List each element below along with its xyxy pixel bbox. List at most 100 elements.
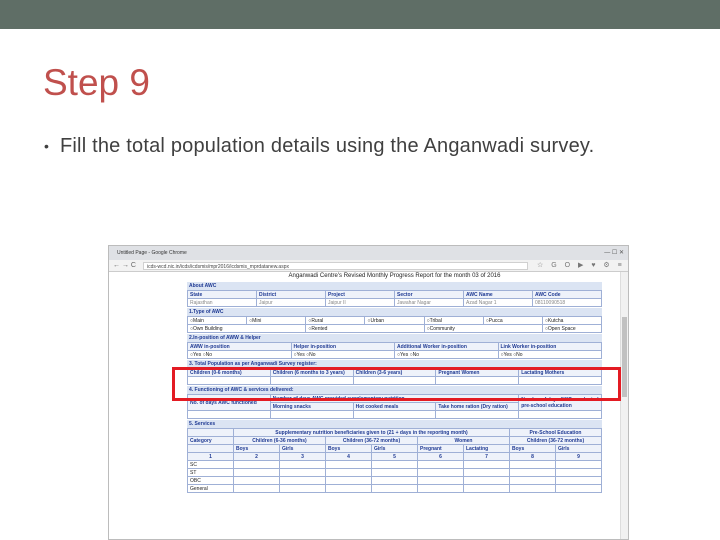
scrollbar-thumb[interactable] [622, 317, 627, 397]
cell-input[interactable] [233, 484, 280, 493]
col-district: District [256, 290, 326, 299]
row-label-st: ST [187, 468, 234, 477]
table-row: ST [187, 468, 602, 477]
in-position-table: AWW in-position Helper in-position Addit… [187, 342, 602, 359]
url-input[interactable]: icds-wcd.nic.in/icds/icdsmis/mpr2016/icd… [143, 262, 528, 270]
table-row: SC [187, 460, 602, 469]
thr-input[interactable] [435, 410, 520, 419]
cell-input[interactable] [417, 460, 464, 469]
sub-girls-2: Girls [371, 444, 418, 453]
cell-input[interactable] [463, 468, 510, 477]
cell-input[interactable] [233, 468, 280, 477]
cell-input[interactable] [371, 484, 418, 493]
cell-input[interactable] [279, 468, 326, 477]
cell-input[interactable] [555, 484, 602, 493]
radio-community[interactable]: ○Community [423, 324, 543, 333]
cell-input[interactable] [463, 476, 510, 485]
morning-snacks-input[interactable] [269, 410, 354, 419]
cell-input[interactable] [325, 468, 372, 477]
cell-input[interactable] [509, 476, 556, 485]
cell-input[interactable] [555, 460, 602, 469]
cell-input[interactable] [279, 484, 326, 493]
group-children-36-72: Children (36-72 months) [325, 436, 418, 445]
cell-input[interactable] [463, 460, 510, 469]
cell-input[interactable] [371, 460, 418, 469]
radio-urban[interactable]: ○Urban [364, 316, 425, 325]
cell-input[interactable] [417, 484, 464, 493]
hot-cooked-label: Hot cooked meals [352, 402, 437, 411]
sub-boys-1: Boys [233, 444, 280, 453]
section-about-awc: About AWC [187, 282, 602, 290]
aww-radios[interactable]: ○Yes ○No [187, 350, 292, 359]
slide-top-bar [0, 0, 720, 29]
cell-input[interactable] [371, 468, 418, 477]
radio-open-space[interactable]: ○Open Space [541, 324, 603, 333]
radio-mini[interactable]: ○Mini [246, 316, 307, 325]
thr-label: Take home ration (Dry ration) [435, 402, 520, 411]
cell-input[interactable] [509, 484, 556, 493]
additional-worker-radios[interactable]: ○Yes ○No [394, 350, 499, 359]
window-controls[interactable]: — ☐ ✕ [604, 249, 624, 256]
pse-days-input[interactable] [518, 410, 602, 419]
col-awc-name: AWC Name [463, 290, 533, 299]
sector-value: Jawahar Nagar [394, 298, 464, 307]
extension-icons[interactable]: ☆ G O ▶ ♥ ⚙ ≡ [537, 261, 625, 269]
col-awc-code: AWC Code [532, 290, 602, 299]
cell-input[interactable] [463, 484, 510, 493]
section-in-position: 2.In-position of AWW & Helper [187, 334, 602, 342]
col-state: State [187, 290, 257, 299]
awc-code-value: 08110090518 [532, 298, 602, 307]
radio-rented[interactable]: ○Rented [305, 324, 425, 333]
row-label-general: General [187, 484, 234, 493]
col-num-8: 8 [509, 452, 556, 461]
cell-input[interactable] [555, 468, 602, 477]
type-of-awc-radios: ○Main ○Mini ○Rural ○Urban ○Tribal ○Pucca… [186, 316, 603, 333]
sub-blank [187, 444, 234, 453]
cell-input[interactable] [555, 476, 602, 485]
cell-input[interactable] [325, 484, 372, 493]
bullet-point: • Fill the total population details using… [44, 132, 664, 160]
category-label: Category [187, 436, 234, 445]
cell-input[interactable] [417, 476, 464, 485]
morning-snacks-label: Morning snacks [269, 402, 354, 411]
page-scrollbar[interactable] [620, 272, 628, 539]
cell-input[interactable] [233, 476, 280, 485]
cell-input[interactable] [325, 460, 372, 469]
cell-input[interactable] [279, 476, 326, 485]
report-title: Anganwadi Centre's Revised Monthly Progr… [288, 273, 501, 279]
browser-tab[interactable]: Untitled Page - Google Chrome — ☐ ✕ [109, 246, 628, 260]
additional-worker-in-position: Additional Worker in-position [394, 342, 499, 351]
services-blank [187, 428, 234, 437]
col-num-1: 1 [187, 452, 234, 461]
radio-tribal[interactable]: ○Tribal [423, 316, 484, 325]
link-worker-radios[interactable]: ○Yes ○No [497, 350, 602, 359]
col-num-5: 5 [371, 452, 418, 461]
project-value: Jaipur II [325, 298, 395, 307]
cell-input[interactable] [233, 460, 280, 469]
col-num-3: 3 [279, 452, 326, 461]
cell-input[interactable] [509, 460, 556, 469]
link-worker-in-position: Link Worker in-position [497, 342, 602, 351]
cell-input[interactable] [371, 476, 418, 485]
slide-title: Step 9 [43, 62, 150, 103]
radio-kutcha[interactable]: ○Kutcha [541, 316, 603, 325]
section-type-of-awc: 1.Type of AWC [187, 308, 602, 316]
bullet-text: Fill the total population details using … [60, 135, 595, 157]
snp-header: Supplementary nutrition beneficiaries gi… [233, 428, 510, 437]
sub-boys-3: Boys [509, 444, 556, 453]
nav-buttons[interactable]: ← → C [113, 262, 136, 269]
radio-rural[interactable]: ○Rural [305, 316, 366, 325]
group-women: Women [417, 436, 510, 445]
pse-header: Pre-School Education [509, 428, 602, 437]
days-functioned-input[interactable] [187, 410, 271, 419]
radio-pucca[interactable]: ○Pucca [482, 316, 543, 325]
cell-input[interactable] [325, 476, 372, 485]
cell-input[interactable] [279, 460, 326, 469]
hot-cooked-input[interactable] [352, 410, 437, 419]
cell-input[interactable] [509, 468, 556, 477]
radio-own-building[interactable]: ○Own Building [186, 324, 307, 333]
cell-input[interactable] [417, 468, 464, 477]
helper-radios[interactable]: ○Yes ○No [290, 350, 395, 359]
tab-title: Untitled Page - Google Chrome [117, 250, 187, 256]
radio-main[interactable]: ○Main [186, 316, 248, 325]
